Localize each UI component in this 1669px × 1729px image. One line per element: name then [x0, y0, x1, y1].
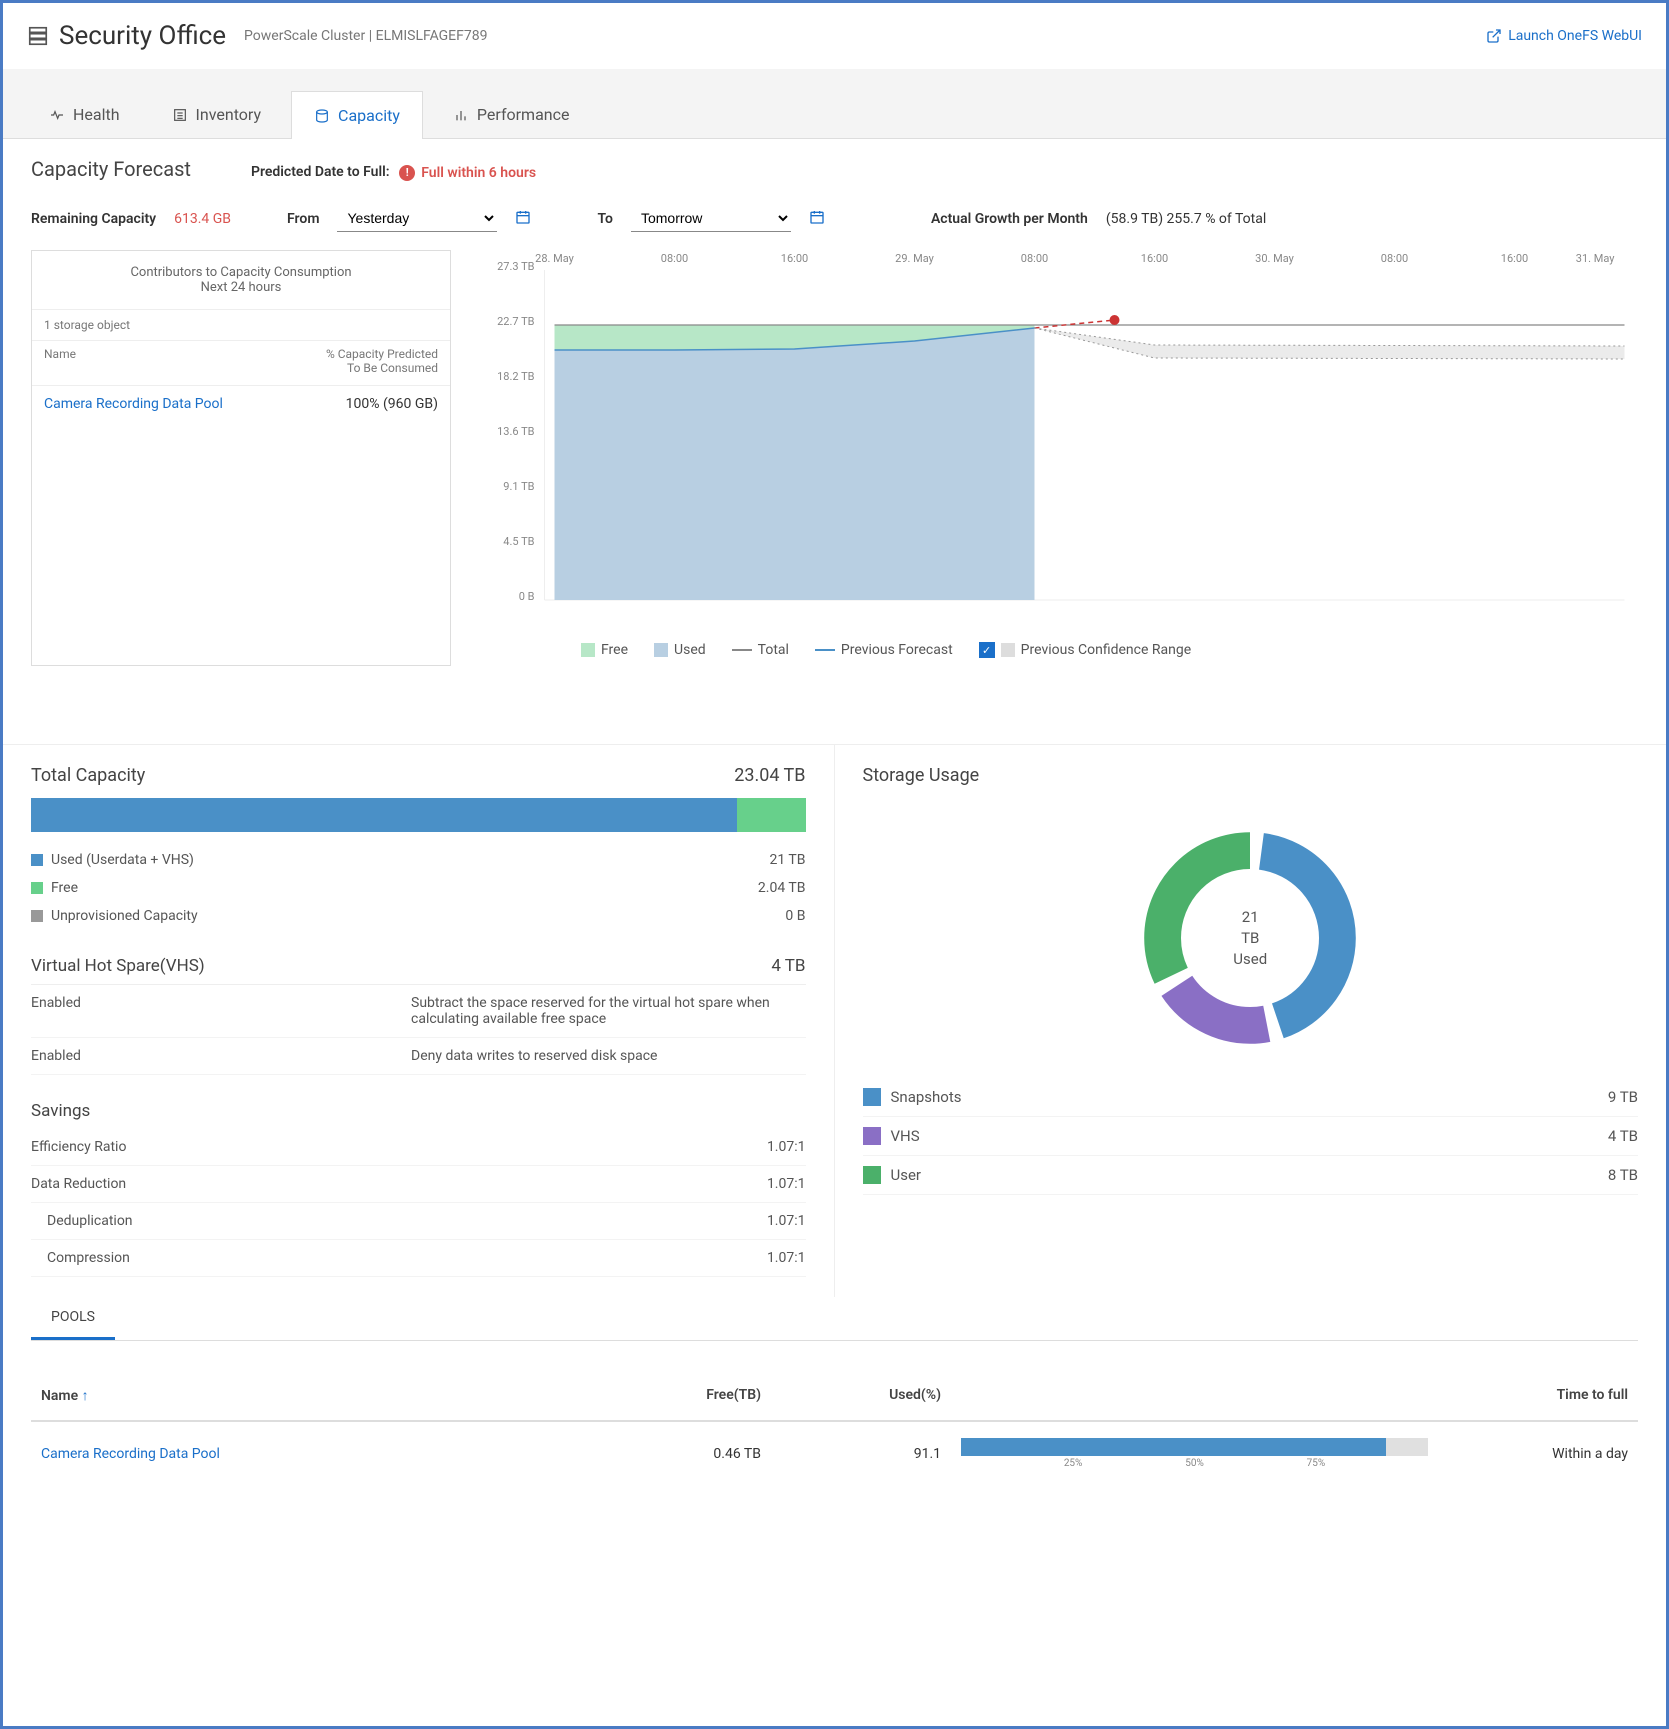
vhs-value: 4 TB [771, 956, 805, 976]
sort-asc-icon: ↑ [82, 1388, 89, 1404]
pool-free: 0.46 TB [561, 1446, 761, 1462]
total-capacity-title: Total Capacity [31, 765, 145, 786]
col-free[interactable]: Free(TB) [561, 1387, 761, 1404]
col-used[interactable]: Used(%) [761, 1387, 941, 1404]
calendar-icon[interactable] [809, 209, 825, 229]
pools-tab[interactable]: POOLS [31, 1297, 115, 1340]
storage-usage-title: Storage Usage [863, 765, 980, 786]
to-label: To [597, 211, 612, 227]
svg-text:16:00: 16:00 [1141, 252, 1168, 265]
page-title: Security Office [59, 21, 226, 51]
col-pct-l2: To Be Consumed [326, 361, 438, 375]
contributor-row: Camera Recording Data Pool 100% (960 GB) [32, 386, 450, 422]
tab-performance[interactable]: Performance [431, 91, 592, 138]
svg-text:16:00: 16:00 [1501, 252, 1528, 265]
contributor-value: 100% (960 GB) [346, 396, 438, 412]
col-pct-l1: % Capacity Predicted [326, 347, 438, 361]
col-name: Name [44, 347, 76, 375]
col-name[interactable]: Name ↑ [41, 1387, 561, 1404]
growth-label: Actual Growth per Month [931, 211, 1088, 227]
contributors-count: 1 storage object [32, 310, 450, 341]
svg-text:13.6 TB: 13.6 TB [497, 425, 535, 438]
col-ttf[interactable]: Time to full [1448, 1387, 1628, 1404]
total-capacity-value: 23.04 TB [734, 765, 805, 786]
remaining-value: 613.4 GB [174, 211, 231, 227]
cluster-subtitle: PowerScale Cluster | ELMISLFAGEF789 [244, 28, 487, 44]
usage-row: Snapshots9 TB [863, 1078, 1639, 1117]
tab-capacity[interactable]: Capacity [291, 91, 423, 139]
tab-health[interactable]: Health [27, 91, 142, 138]
svg-text:08:00: 08:00 [661, 252, 688, 265]
capacity-row: Used (Userdata + VHS)21 TB [31, 846, 806, 874]
svg-text:9.1 TB: 9.1 TB [503, 480, 534, 493]
capacity-forecast-section: Capacity Forecast Predicted Date to Full… [3, 139, 1666, 684]
svg-text:31. May: 31. May [1576, 252, 1615, 265]
pools-section: POOLS Name ↑ Free(TB) Used(%) Time to fu… [3, 1297, 1666, 1505]
usage-row: VHS4 TB [863, 1117, 1639, 1156]
contributors-panel: Contributors to Capacity Consumption Nex… [31, 250, 451, 666]
usage-row: User8 TB [863, 1156, 1639, 1195]
contributors-subtitle: Next 24 hours [46, 280, 436, 295]
savings-title: Savings [31, 1101, 90, 1121]
svg-text:0 B: 0 B [519, 590, 535, 603]
predicted-value: ! Full within 6 hours [399, 165, 536, 181]
contributors-title: Contributors to Capacity Consumption [46, 265, 436, 280]
svg-text:29. May: 29. May [895, 252, 934, 265]
external-link-icon [1486, 28, 1502, 44]
svg-text:18.2 TB: 18.2 TB [497, 370, 535, 383]
capacity-row: Free2.04 TB [31, 874, 806, 902]
pool-usage-bar: 25%50%75% [961, 1438, 1428, 1469]
capacity-bar [31, 798, 806, 832]
from-label: From [287, 211, 319, 227]
donut-chart: 21 TB Used [863, 798, 1639, 1078]
svg-text:28. May: 28. May [535, 252, 574, 265]
vhs-title: Virtual Hot Spare(VHS) [31, 956, 205, 976]
svg-text:08:00: 08:00 [1021, 252, 1048, 265]
heartbeat-icon [49, 107, 65, 123]
svg-text:22.7 TB: 22.7 TB [497, 315, 535, 328]
confidence-range-checkbox[interactable]: ✓Previous Confidence Range [979, 642, 1192, 658]
svg-text:16:00: 16:00 [781, 252, 808, 265]
svg-text:4.5 TB: 4.5 TB [503, 535, 534, 548]
storage-stack-icon [27, 25, 49, 47]
contributor-link[interactable]: Camera Recording Data Pool [44, 396, 223, 412]
tab-inventory[interactable]: Inventory [150, 91, 284, 138]
pool-row: Camera Recording Data Pool 0.46 TB 91.1 … [31, 1422, 1638, 1485]
pool-ttf: Within a day [1448, 1446, 1628, 1462]
pool-used: 91.1 [761, 1446, 941, 1462]
svg-text:08:00: 08:00 [1381, 252, 1408, 265]
chart-legend: Free Used Total Previous Forecast ✓Previ… [461, 634, 1638, 666]
donut-center-label: 21 TB Used [1233, 907, 1267, 970]
pool-link[interactable]: Camera Recording Data Pool [41, 1446, 220, 1462]
disk-icon [314, 108, 330, 124]
remaining-label: Remaining Capacity [31, 211, 156, 227]
from-select[interactable]: Yesterday [337, 205, 497, 232]
area-chart-svg: 27.3 TB 22.7 TB 18.2 TB 13.6 TB 9.1 TB 4… [461, 250, 1638, 630]
calendar-icon[interactable] [515, 209, 531, 229]
to-select[interactable]: Tomorrow [631, 205, 791, 232]
list-icon [172, 107, 188, 123]
tabs-bar: Health Inventory Capacity Performance [3, 69, 1666, 139]
predicted-label: Predicted Date to Full: [251, 164, 390, 180]
forecast-chart: 27.3 TB 22.7 TB 18.2 TB 13.6 TB 9.1 TB 4… [451, 250, 1638, 666]
capacity-row: Unprovisioned Capacity0 B [31, 902, 806, 930]
forecast-title: Capacity Forecast [31, 157, 191, 181]
launch-webui-link[interactable]: Launch OneFS WebUI [1486, 28, 1642, 44]
page-header: Security Office PowerScale Cluster | ELM… [3, 3, 1666, 69]
bar-chart-icon [453, 107, 469, 123]
alert-icon: ! [399, 165, 415, 181]
svg-text:30. May: 30. May [1255, 252, 1294, 265]
growth-value: (58.9 TB) 255.7 % of Total [1106, 211, 1266, 227]
svg-text:27.3 TB: 27.3 TB [497, 260, 535, 273]
